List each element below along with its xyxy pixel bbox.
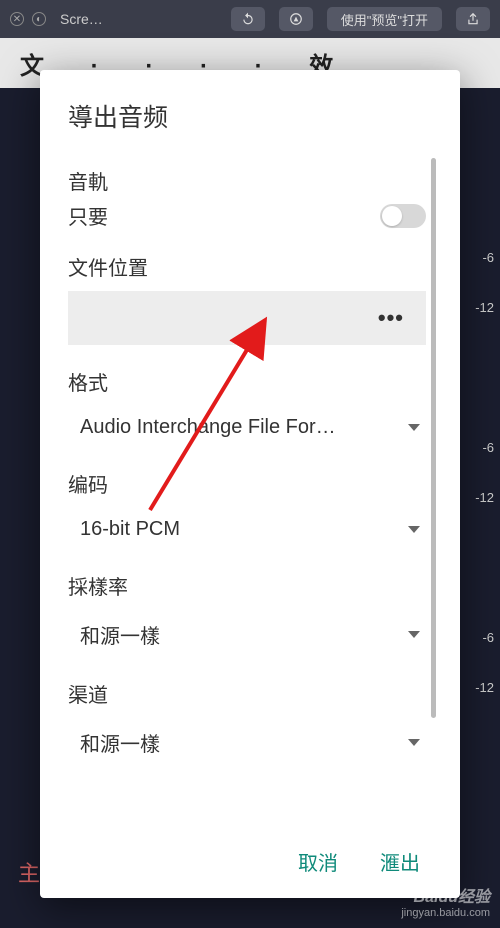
export-audio-dialog: 導出音频 音軌 只要 文件位置 ••• 格式 Audio Interchange… <box>40 70 460 898</box>
format-value: Audio Interchange File For… <box>80 416 408 439</box>
format-label: 格式 <box>68 367 426 396</box>
encoding-label: 编码 <box>68 469 426 498</box>
encoding-value: 16-bit PCM <box>80 518 408 541</box>
browse-dots-icon[interactable]: ••• <box>378 305 404 331</box>
chevron-down-icon <box>408 631 420 638</box>
open-in-preview-button[interactable]: 使用"预览"打开 <box>327 7 442 31</box>
share-icon <box>466 12 480 26</box>
watermark-brand: Baidu经验 <box>401 888 490 907</box>
close-window-icon[interactable]: ✕ <box>10 12 24 26</box>
toolbar-share-button[interactable] <box>456 7 490 31</box>
encoding-dropdown[interactable]: 16-bit PCM <box>68 504 426 549</box>
export-button[interactable]: 滙出 <box>380 847 420 876</box>
toolbar-markup-button[interactable] <box>279 7 313 31</box>
track-label: 音軌 <box>68 166 426 195</box>
chevron-down-icon <box>408 739 420 746</box>
file-location-field[interactable]: ••• <box>68 291 426 345</box>
dialog-actions: 取消 滙出 <box>68 835 436 882</box>
channels-value: 和源一樣 <box>80 728 408 757</box>
track-only-toggle[interactable] <box>380 204 426 228</box>
channels-label: 渠道 <box>68 679 426 708</box>
window-control-icon[interactable]: ◐ <box>32 12 46 26</box>
samplerate-value: 和源一樣 <box>80 620 408 649</box>
format-dropdown[interactable]: Audio Interchange File For… <box>68 402 426 447</box>
chevron-down-icon <box>408 526 420 533</box>
watermark-url: jingyan.baidu.com <box>401 907 490 920</box>
watermark: Baidu经验 jingyan.baidu.com <box>401 888 490 920</box>
window-title: Scre… <box>60 11 103 27</box>
background-ruler: -6 -12 -6 -12 -6 -12 <box>464 180 494 868</box>
dialog-body: 音軌 只要 文件位置 ••• 格式 Audio Interchange File… <box>68 158 436 835</box>
toolbar-rotate-button[interactable] <box>231 7 265 31</box>
samplerate-dropdown[interactable]: 和源一樣 <box>68 606 426 657</box>
samplerate-label: 採樣率 <box>68 571 426 600</box>
file-location-label: 文件位置 <box>68 252 426 281</box>
window-toolbar: ✕ ◐ Scre… 使用"预览"打开 <box>0 0 500 38</box>
track-only-label: 只要 <box>68 201 108 230</box>
channels-dropdown[interactable]: 和源一樣 <box>68 714 426 765</box>
chevron-down-icon <box>408 424 420 431</box>
rotate-icon <box>241 12 255 26</box>
toggle-knob <box>382 206 402 226</box>
markup-icon <box>289 12 303 26</box>
cancel-button[interactable]: 取消 <box>298 847 338 876</box>
scrollbar[interactable] <box>431 158 436 718</box>
background-char: 主 <box>18 856 40 888</box>
dialog-title: 導出音频 <box>68 98 436 134</box>
